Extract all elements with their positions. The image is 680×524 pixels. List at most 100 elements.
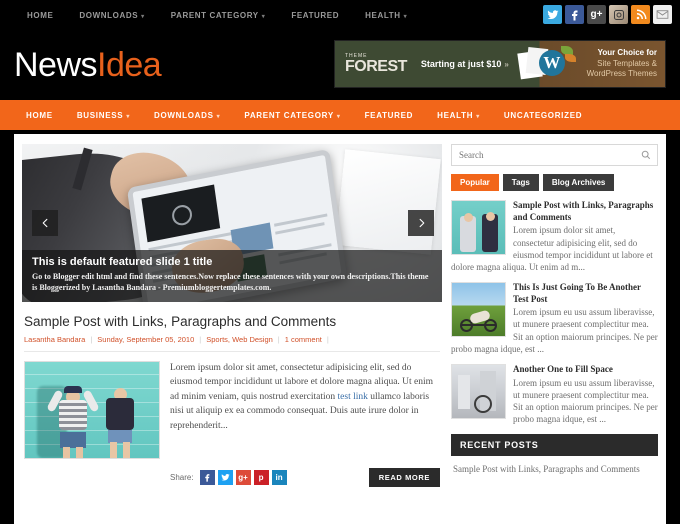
topnav-item-featured[interactable]: FEATURED: [278, 11, 352, 20]
nav-item-downloads[interactable]: DOWNLOADS ▾: [142, 111, 232, 120]
post-date[interactable]: Sunday, September 05, 2010: [97, 335, 194, 344]
divider: [24, 351, 440, 352]
share-googleplus-icon[interactable]: g+: [235, 470, 251, 485]
photo-person-right: [101, 380, 139, 458]
logo-part-idea: Idea: [97, 45, 162, 84]
sidebar-tabs: Popular Tags Blog Archives: [451, 174, 658, 191]
recent-posts-heading: RECENT POSTS: [451, 434, 658, 457]
post-inline-link[interactable]: test link: [338, 392, 368, 402]
ad-price-label: Starting at just $10: [420, 59, 502, 69]
banner-advertisement[interactable]: THEME FOREST Starting at just $10» W You…: [334, 40, 666, 88]
nav-item-featured[interactable]: FEATURED: [353, 111, 426, 120]
desk-board: [335, 149, 441, 255]
nav-item-parent-category[interactable]: PARENT CATEGORY ▾: [232, 111, 352, 120]
site-header: NewsIdea THEME FOREST Starting at just $…: [0, 30, 680, 100]
nav-label: FEATURED: [364, 110, 414, 120]
nav-label: PARENT CATEGORY: [244, 110, 334, 120]
nav-label: HEALTH: [437, 110, 474, 120]
read-more-button[interactable]: READ MORE: [368, 468, 440, 487]
post-categories[interactable]: Sports, Web Design: [206, 335, 273, 344]
search-icon[interactable]: [641, 150, 651, 162]
popular-post-thumbnail[interactable]: [451, 281, 506, 337]
twitter-icon[interactable]: [543, 5, 562, 24]
nav-item-home[interactable]: HOME: [14, 111, 65, 120]
share-pinterest-icon[interactable]: p: [253, 470, 269, 485]
ad-arrow-icon: »: [504, 60, 509, 69]
share-glyph: g+: [238, 473, 248, 482]
nav-label: HOME: [26, 110, 53, 120]
wordpress-icon: W: [538, 50, 565, 76]
social-links: g+: [543, 5, 672, 24]
popular-posts-list: Sample Post with Links, Paragraphs and C…: [451, 200, 658, 425]
nav-label: UNCATEGORIZED: [503, 110, 583, 120]
tab-tags[interactable]: Tags: [502, 174, 539, 191]
popular-post-item: This Is Just Going To Be Another Test Po…: [451, 281, 658, 355]
nav-label: BUSINESS: [76, 110, 124, 120]
themeforest-logo: THEME FOREST: [335, 53, 407, 75]
share-facebook-icon[interactable]: [199, 470, 215, 485]
topnav-item-home[interactable]: HOME: [14, 11, 66, 20]
site-logo[interactable]: NewsIdea: [14, 45, 162, 85]
post-title[interactable]: Sample Post with Links, Paragraphs and C…: [24, 314, 440, 329]
leaf-icon: [564, 54, 576, 62]
chevron-down-icon: ▾: [141, 13, 145, 20]
topnav-label: FEATURED: [291, 10, 340, 20]
ad-tagline-line2: Site Templates &: [597, 58, 657, 68]
logo-part-news: News: [14, 45, 98, 84]
post-author[interactable]: Lasantha Bandara: [24, 335, 85, 344]
nav-item-business[interactable]: BUSINESS ▾: [65, 111, 142, 120]
post-article: Sample Post with Links, Paragraphs and C…: [22, 302, 442, 487]
post-comments[interactable]: 1 comment: [285, 335, 322, 344]
slider-prev-button[interactable]: [32, 210, 58, 236]
slider-title: This is default featured slide 1 title: [32, 255, 213, 268]
topnav-label: HOME: [27, 10, 54, 20]
meta-separator: |: [90, 335, 93, 344]
facebook-icon[interactable]: [565, 5, 584, 24]
post-body: Lorem ipsum dolor sit amet, consectetur …: [24, 361, 440, 459]
ad-tagline-line1: Your Choice for: [597, 47, 657, 57]
share-label: Share:: [170, 473, 194, 482]
topnav-label: PARENT CATEGORY: [170, 10, 259, 20]
main-navigation: HOME BUSINESS ▾ DOWNLOADS ▾ PARENT CATEGOR…: [0, 100, 680, 130]
share-glyph: in: [275, 473, 283, 482]
chevron-down-icon: ▾: [403, 13, 408, 20]
ad-price-text: Starting at just $10»: [421, 59, 509, 69]
share-linkedin-icon[interactable]: in: [271, 470, 287, 485]
topnav-item-parent-category[interactable]: PARENT CATEGORY ▾: [158, 11, 279, 20]
popular-post-thumbnail[interactable]: [451, 363, 506, 419]
meta-separator: |: [326, 335, 329, 344]
tab-blog-archives[interactable]: Blog Archives: [542, 174, 615, 191]
nav-item-health[interactable]: HEALTH ▾: [425, 111, 492, 120]
share-glyph: p: [258, 473, 264, 482]
email-icon[interactable]: [653, 5, 672, 24]
content-wrapper: This is default featured slide 1 title G…: [14, 134, 666, 524]
search-input[interactable]: [452, 145, 657, 165]
post-thumbnail[interactable]: [24, 361, 160, 459]
post-excerpt: Lorem ipsum dolor sit amet, consectetur …: [170, 361, 440, 459]
post-footer: Share: g+ p in READ MORE: [24, 468, 440, 487]
share-buttons: g+ p in: [199, 470, 287, 485]
main-content: This is default featured slide 1 title G…: [22, 144, 442, 524]
share-twitter-icon[interactable]: [217, 470, 233, 485]
nav-label: DOWNLOADS: [154, 110, 214, 120]
topnav-item-downloads[interactable]: DOWNLOADS ▾: [66, 11, 157, 20]
recent-posts-list: Sample Post with Links, Paragraphs and C…: [451, 456, 658, 475]
ad-tagline-line3: WordPress Themes: [586, 69, 657, 79]
topnav-label: DOWNLOADS: [79, 10, 139, 20]
topnav-label: HEALTH: [365, 10, 401, 20]
recent-post-item[interactable]: Sample Post with Links, Paragraphs and C…: [453, 463, 656, 475]
popular-post-thumbnail[interactable]: [451, 200, 506, 255]
ad-brand-large: FOREST: [345, 57, 407, 75]
popular-post-item: Another One to Fill Space Lorem ipsum eu…: [451, 363, 658, 425]
chevron-down-icon: ▾: [336, 113, 341, 120]
google-plus-icon[interactable]: g+: [587, 5, 606, 24]
nav-item-uncategorized[interactable]: UNCATEGORIZED: [492, 111, 594, 120]
topnav-item-health[interactable]: HEALTH ▾: [352, 11, 420, 20]
ad-graphic: W: [517, 44, 576, 84]
chevron-down-icon: ▾: [216, 113, 221, 120]
tab-popular[interactable]: Popular: [451, 174, 499, 191]
rss-icon[interactable]: [631, 5, 650, 24]
slider-next-button[interactable]: [408, 210, 434, 236]
instagram-icon[interactable]: [609, 5, 628, 24]
search-box: [451, 144, 658, 166]
